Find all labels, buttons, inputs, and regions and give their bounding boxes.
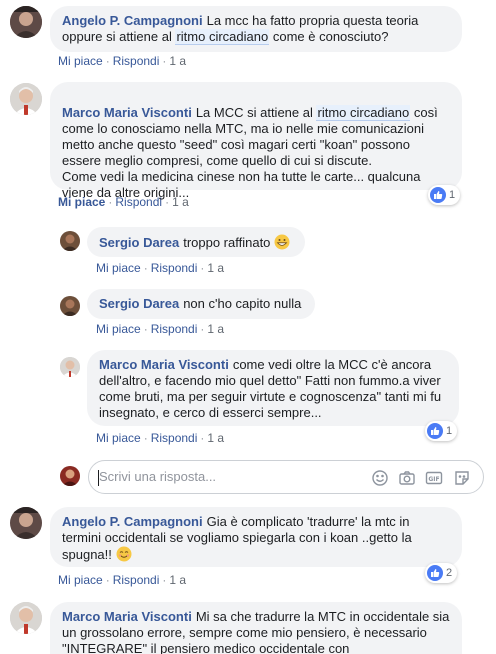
comment-bubble: Angelo P. Campagnoni La mcc ha fatto prop…: [50, 6, 462, 52]
avatar[interactable]: [10, 6, 42, 38]
reaction-count[interactable]: 1: [425, 421, 458, 441]
comment-actions: Mi piace · Rispondi · 1 a: [58, 54, 187, 68]
sticker-icon[interactable]: [453, 469, 471, 487]
grinning-face-icon: [274, 234, 290, 250]
avatar[interactable]: [60, 357, 80, 377]
avatar[interactable]: [60, 231, 80, 251]
avatar[interactable]: [10, 507, 42, 539]
comment-author[interactable]: Sergio Darea: [99, 296, 179, 311]
comment-text: troppo raffinato: [183, 235, 271, 250]
comment-actions: Mi piace · Rispondi · 1 a: [96, 261, 225, 275]
hashtag-link[interactable]: ritmo circadiano: [316, 105, 411, 121]
like-link[interactable]: Mi piace: [96, 431, 141, 445]
like-link[interactable]: Mi piace: [58, 195, 105, 209]
camera-icon[interactable]: [398, 469, 416, 487]
reply-bubble: Sergio Darea non c'ho capito nulla: [87, 289, 315, 319]
like-reaction-icon: [430, 187, 446, 203]
comment-author[interactable]: Sergio Darea: [99, 235, 179, 250]
reply-link[interactable]: Rispondi: [113, 54, 160, 68]
reply-link[interactable]: Rispondi: [151, 261, 198, 275]
timestamp[interactable]: 1 a: [172, 195, 189, 209]
comment-author[interactable]: Marco Maria Visconti: [99, 357, 229, 372]
avatar[interactable]: [10, 83, 42, 115]
reply-link[interactable]: Rispondi: [151, 431, 198, 445]
comment-bubble: Marco Maria Visconti La MCC si attiene al…: [50, 82, 462, 200]
like-link[interactable]: Mi piace: [96, 322, 141, 336]
avatar[interactable]: [60, 296, 80, 316]
comment-author[interactable]: Angelo P. Campagnoni: [62, 13, 203, 28]
svg-text:GIF: GIF: [428, 476, 439, 483]
gif-icon[interactable]: GIF: [425, 469, 443, 487]
reaction-count[interactable]: 1: [428, 185, 461, 205]
comment-author[interactable]: Angelo P. Campagnoni: [62, 514, 203, 529]
like-reaction-icon: [427, 565, 443, 581]
smiling-face-icon: [116, 546, 132, 562]
timestamp[interactable]: 1 a: [169, 54, 186, 68]
timestamp[interactable]: 1 a: [207, 322, 224, 336]
reply-box[interactable]: GIF: [88, 460, 484, 494]
comment-author[interactable]: Marco Maria Visconti: [62, 105, 192, 120]
timestamp[interactable]: 1 a: [207, 431, 224, 445]
current-user-avatar: [60, 466, 80, 486]
comment-actions: Mi piace · Rispondi · 1 a: [58, 195, 189, 209]
reply-link[interactable]: Rispondi: [113, 573, 160, 587]
reply-link[interactable]: Rispondi: [151, 322, 198, 336]
like-reaction-icon: [427, 423, 443, 439]
comment-bubble: Angelo P. Campagnoni Gia è complicato 'tr…: [50, 507, 462, 567]
comment-text: come è conosciuto?: [269, 29, 389, 44]
smiley-icon[interactable]: [371, 469, 389, 487]
like-link[interactable]: Mi piace: [58, 54, 103, 68]
hashtag-link[interactable]: ritmo circadiano: [175, 29, 270, 45]
reply-input[interactable]: [99, 469, 269, 484]
timestamp[interactable]: 1 a: [169, 573, 186, 587]
reply-bubble: Marco Maria Visconti come vedi oltre la M…: [87, 350, 459, 426]
comment-text: non c'ho capito nulla: [183, 296, 302, 311]
reply-link[interactable]: Rispondi: [115, 195, 162, 209]
timestamp[interactable]: 1 a: [207, 261, 224, 275]
reaction-count[interactable]: 2: [425, 563, 458, 583]
like-link[interactable]: Mi piace: [58, 573, 103, 587]
comment-actions: Mi piace · Rispondi · 1 a: [58, 573, 187, 587]
comment-author[interactable]: Marco Maria Visconti: [62, 609, 192, 624]
comment-text: La MCC si attiene al: [195, 105, 317, 120]
like-link[interactable]: Mi piace: [96, 261, 141, 275]
reply-bubble: Sergio Darea troppo raffinato: [87, 227, 305, 257]
comment-actions: Mi piace · Rispondi · 1 a: [96, 322, 225, 336]
comment-actions: Mi piace · Rispondi · 1 a: [96, 431, 225, 445]
comment-bubble: Marco Maria Visconti Mi sa che tradurre l…: [50, 602, 462, 654]
avatar[interactable]: [10, 602, 42, 634]
